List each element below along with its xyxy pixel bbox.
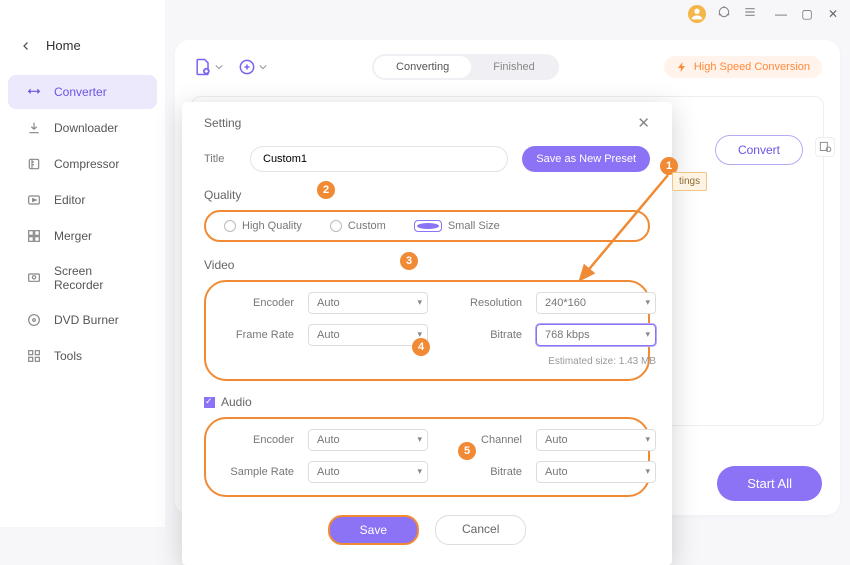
video-settings-group: Encoder Auto Resolution 240*160 Frame Ra…: [204, 280, 650, 381]
add-folder-button[interactable]: [237, 57, 267, 77]
settings-tooltip: tings: [672, 172, 707, 191]
nav-label: DVD Burner: [54, 313, 119, 327]
radio-label: Small Size: [448, 220, 500, 232]
audio-samplerate-label: Sample Rate: [224, 466, 294, 478]
tools-icon: [26, 348, 42, 364]
modal-heading: Setting: [204, 116, 241, 130]
title-label: Title: [204, 153, 236, 165]
nav-label: Downloader: [54, 121, 118, 135]
nav-label: Editor: [54, 193, 85, 207]
quality-group: High Quality Custom Small Size: [204, 210, 650, 242]
audio-bitrate-label: Bitrate: [442, 466, 522, 478]
toolbar: Converting Finished High Speed Conversio…: [175, 40, 840, 90]
tab-finished[interactable]: Finished: [471, 56, 557, 78]
tab-converting[interactable]: Converting: [374, 56, 471, 78]
convert-button[interactable]: Convert: [715, 135, 803, 165]
sidebar: Home Converter Downloader Compressor Edi…: [0, 0, 165, 527]
high-speed-label: High Speed Conversion: [694, 61, 810, 73]
nav-label: Screen Recorder: [54, 264, 139, 292]
high-speed-badge[interactable]: High Speed Conversion: [664, 56, 822, 78]
audio-channel-label: Channel: [442, 434, 522, 446]
home-nav[interactable]: Home: [0, 30, 165, 61]
support-icon[interactable]: [716, 4, 732, 23]
recorder-icon: [26, 270, 42, 286]
audio-samplerate-select[interactable]: Auto: [308, 461, 428, 483]
audio-encoder-label: Encoder: [224, 434, 294, 446]
video-heading: Video: [204, 258, 650, 272]
save-preset-button[interactable]: Save as New Preset: [522, 146, 650, 172]
annotation-badge-3: 3: [400, 252, 418, 270]
download-icon: [26, 120, 42, 136]
nav-label: Tools: [54, 349, 82, 363]
menu-icon[interactable]: [742, 4, 758, 23]
format-settings-icon[interactable]: [815, 137, 835, 157]
audio-channel-select[interactable]: Auto: [536, 429, 656, 451]
video-framerate-select[interactable]: Auto: [308, 324, 428, 346]
radio-custom[interactable]: Custom: [330, 220, 386, 232]
video-framerate-label: Frame Rate: [224, 329, 294, 341]
video-resolution-label: Resolution: [442, 297, 522, 309]
audio-bitrate-select[interactable]: Auto: [536, 461, 656, 483]
sidebar-item-merger[interactable]: Merger: [8, 219, 157, 253]
radio-label: High Quality: [242, 220, 302, 232]
titlebar: — ▢ ✕: [688, 4, 840, 23]
radio-high-quality[interactable]: High Quality: [224, 220, 302, 232]
nav-label: Converter: [54, 85, 107, 99]
add-file-icon: [193, 57, 213, 77]
video-bitrate-select[interactable]: 768 kbps: [536, 324, 656, 346]
modal-close-icon[interactable]: ✕: [637, 114, 650, 132]
converter-icon: [26, 84, 42, 100]
sidebar-item-converter[interactable]: Converter: [8, 75, 157, 109]
merger-icon: [26, 228, 42, 244]
tab-segment: Converting Finished: [372, 54, 559, 80]
sidebar-item-tools[interactable]: Tools: [8, 339, 157, 373]
compress-icon: [26, 156, 42, 172]
title-input[interactable]: [250, 146, 508, 172]
video-encoder-label: Encoder: [224, 297, 294, 309]
bolt-icon: [676, 61, 688, 73]
audio-checkbox[interactable]: [204, 397, 215, 408]
video-encoder-select[interactable]: Auto: [308, 292, 428, 314]
add-circle-icon: [237, 57, 257, 77]
nav-label: Merger: [54, 229, 92, 243]
sidebar-item-downloader[interactable]: Downloader: [8, 111, 157, 145]
save-button[interactable]: Save: [328, 515, 419, 545]
radio-label: Custom: [348, 220, 386, 232]
settings-modal: Setting ✕ Title Save as New Preset Quali…: [182, 102, 672, 565]
audio-heading: Audio: [221, 395, 252, 409]
sidebar-item-screen-recorder[interactable]: Screen Recorder: [8, 255, 157, 301]
add-file-button[interactable]: [193, 57, 223, 77]
cancel-button[interactable]: Cancel: [435, 515, 526, 545]
sidebar-item-editor[interactable]: Editor: [8, 183, 157, 217]
annotation-badge-5: 5: [458, 442, 476, 460]
audio-settings-group: Encoder Auto Channel Auto Sample Rate Au…: [204, 417, 650, 497]
video-bitrate-label: Bitrate: [442, 329, 522, 341]
minimize-button[interactable]: —: [774, 7, 788, 21]
editor-icon: [26, 192, 42, 208]
dvd-icon: [26, 312, 42, 328]
maximize-button[interactable]: ▢: [800, 7, 814, 21]
close-button[interactable]: ✕: [826, 7, 840, 21]
sidebar-item-dvd-burner[interactable]: DVD Burner: [8, 303, 157, 337]
start-all-button[interactable]: Start All: [717, 466, 822, 501]
video-resolution-select[interactable]: 240*160: [536, 292, 656, 314]
estimated-size: Estimated size: 1.43 MB: [442, 356, 656, 367]
radio-small-size[interactable]: Small Size: [414, 220, 500, 232]
quality-heading: Quality: [204, 188, 650, 202]
annotation-badge-2: 2: [317, 181, 335, 199]
home-label: Home: [46, 38, 81, 53]
avatar[interactable]: [688, 5, 706, 23]
audio-encoder-select[interactable]: Auto: [308, 429, 428, 451]
sidebar-item-compressor[interactable]: Compressor: [8, 147, 157, 181]
nav-label: Compressor: [54, 157, 119, 171]
annotation-badge-4: 4: [412, 338, 430, 356]
